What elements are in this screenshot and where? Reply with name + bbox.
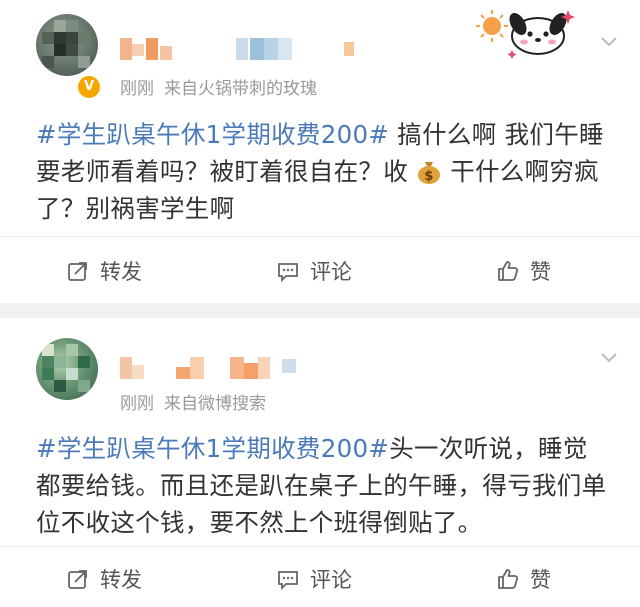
like-label: 赞 <box>530 260 551 284</box>
comment-icon <box>278 571 298 591</box>
post-source[interactable]: 来自微博搜索 <box>164 394 266 414</box>
hashtag-link[interactable]: #学生趴桌午休1学期收费200# <box>36 120 389 149</box>
repost-label: 转发 <box>100 260 142 284</box>
avatar[interactable] <box>36 338 98 400</box>
post-card: 刚刚 来自微博搜索 #学生趴桌午休1学期收费200#头一次听说，睡觉都要给钱。而且… <box>0 318 640 607</box>
comment-label: 评论 <box>310 260 352 284</box>
svg-text:$: $ <box>424 169 433 184</box>
thumbs-up-icon <box>498 569 519 589</box>
post-time: 刚刚 <box>120 79 154 99</box>
verified-badge-icon: V <box>76 74 102 100</box>
repost-icon <box>68 262 87 281</box>
comment-button[interactable]: 评论 <box>276 564 352 594</box>
avatar[interactable] <box>36 14 98 76</box>
sun-and-cat-sticker-icon <box>476 10 575 59</box>
chevron-down-icon[interactable] <box>600 348 618 366</box>
post-meta: 刚刚 来自微博搜索 <box>120 389 266 414</box>
comment-label: 评论 <box>310 568 352 592</box>
chevron-down-icon[interactable] <box>600 32 618 50</box>
divider <box>0 546 640 547</box>
repost-button[interactable]: 转发 <box>66 564 142 594</box>
post-content: #学生趴桌午休1学期收费200#头一次听说，睡觉都要给钱。而且还是趴在桌子上的午… <box>36 430 612 541</box>
divider <box>0 236 640 237</box>
post-content: #学生趴桌午休1学期收费200# 搞什么啊 我们午睡要老师看着吗？被盯着很自在？… <box>36 116 612 227</box>
like-label: 赞 <box>530 568 551 592</box>
money-bag-icon: $ <box>418 162 441 184</box>
comment-button[interactable]: 评论 <box>276 256 352 286</box>
repost-icon <box>68 570 87 589</box>
repost-button[interactable]: 转发 <box>66 256 142 286</box>
thumbs-up-icon <box>498 261 519 281</box>
like-button[interactable]: 赞 <box>496 564 551 594</box>
repost-label: 转发 <box>100 568 142 592</box>
post-source[interactable]: 来自火锅带刺的玫瑰 <box>164 79 317 99</box>
post-meta: 刚刚 来自火锅带刺的玫瑰 <box>120 74 317 99</box>
like-button[interactable]: 赞 <box>496 256 551 286</box>
post-card: V 刚刚 来自火锅带刺的玫瑰 #学生趴桌午休1学期收费200# 搞什么啊 我们午… <box>0 0 640 303</box>
comment-icon <box>278 263 298 283</box>
post-time: 刚刚 <box>120 394 154 414</box>
hashtag-link[interactable]: #学生趴桌午休1学期收费200# <box>36 434 389 463</box>
